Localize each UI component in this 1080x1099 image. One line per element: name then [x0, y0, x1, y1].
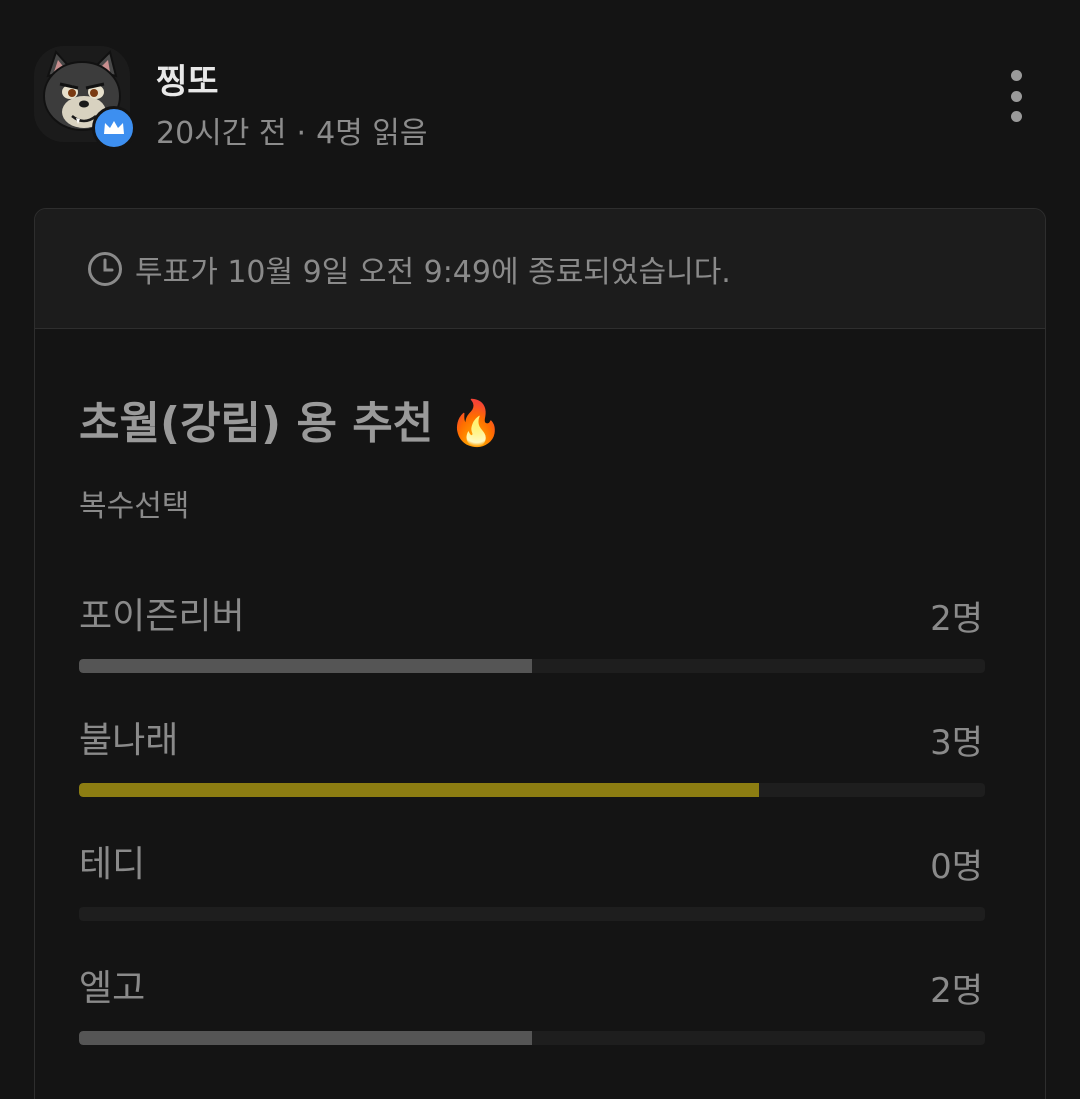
- poll-option: 불나래 3명: [79, 711, 985, 801]
- more-vertical-icon: [1010, 70, 1022, 81]
- post-meta: 20시간 전 · 4명 읽음: [156, 108, 428, 152]
- poll-option-label: 엘고: [79, 968, 146, 1009]
- post-view: 찡또 20시간 전 · 4명 읽음 투표가 10월 9일 오전 9:49에 종료되었…: [0, 0, 1080, 1099]
- poll-option-bar-track: [79, 1031, 985, 1045]
- meta-separator: ·: [296, 116, 307, 151]
- poll-option-label: 포이즌리버: [79, 596, 245, 637]
- poll-card: 투표가 10월 9일 오전 9:49에 종료되었습니다. 초월(강림) 용 추천…: [34, 208, 1046, 1099]
- poll-option-bar-fill: [79, 783, 759, 797]
- more-vertical-icon: [1010, 111, 1022, 122]
- poll-type-label: 복수선택: [79, 489, 190, 524]
- poll-option-count: 3명: [930, 723, 983, 763]
- poll-option-bar-track: [79, 907, 985, 921]
- post-time: 20시간 전: [156, 116, 287, 151]
- poll-option-label: 불나래: [79, 720, 179, 761]
- poll-status-text: 투표가 10월 9일 오전 9:49에 종료되었습니다.: [135, 254, 731, 290]
- poll-option-count: 2명: [930, 599, 983, 639]
- more-vertical-icon: [1010, 90, 1022, 102]
- read-count: 4명 읽음: [316, 116, 428, 151]
- author-avatar[interactable]: [34, 46, 136, 150]
- poll-option-label: 테디: [79, 844, 146, 885]
- poll-option: 포이즌리버 2명: [79, 587, 985, 677]
- poll-option-bar-fill: [79, 1031, 532, 1045]
- poll-status-bar: 투표가 10월 9일 오전 9:49에 종료되었습니다.: [35, 209, 1045, 329]
- poll-title: 초월(강림) 용 추천 🔥: [79, 398, 504, 449]
- poll-option-bar-fill: [79, 659, 532, 673]
- poll-option: 테디 0명: [79, 835, 985, 925]
- poll-option: 엘고 2명: [79, 959, 985, 1049]
- poll-option-bar-track: [79, 659, 985, 673]
- author-name[interactable]: 찡또: [156, 54, 219, 103]
- more-options-button[interactable]: [998, 66, 1034, 126]
- crown-icon: [104, 121, 124, 134]
- poll-option-bar-track: [79, 783, 985, 797]
- poll-option-count: 2명: [930, 971, 983, 1011]
- clock-icon: [87, 251, 123, 287]
- poll-option-count: 0명: [930, 847, 983, 887]
- crown-badge: [92, 106, 136, 150]
